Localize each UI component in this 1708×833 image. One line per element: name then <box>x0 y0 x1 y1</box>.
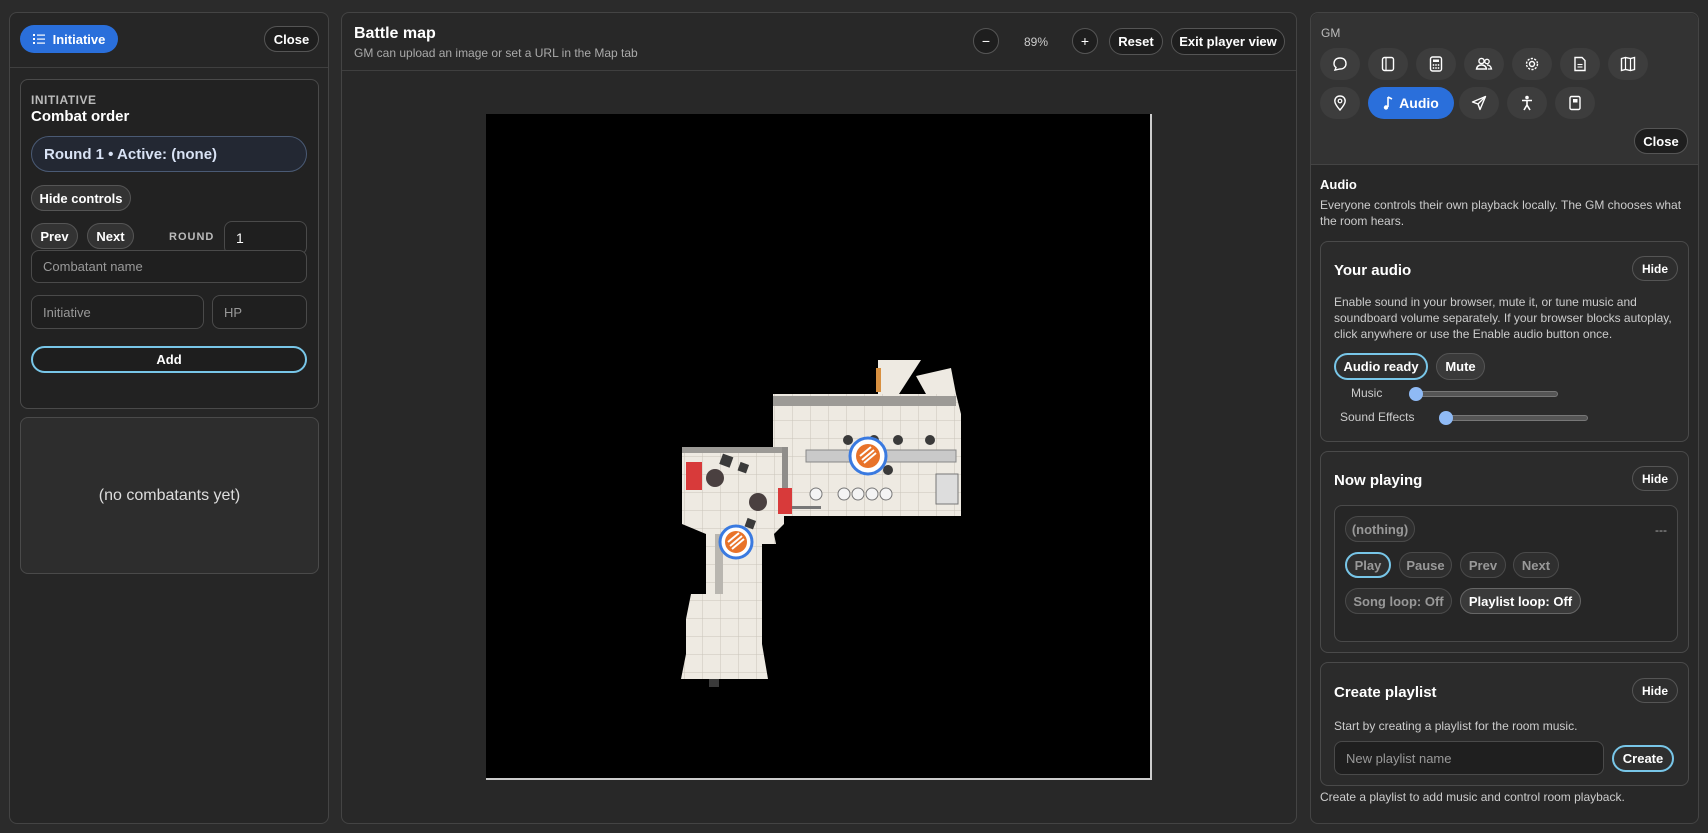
prev-turn-button[interactable]: Prev <box>31 223 78 249</box>
zoom-out-button[interactable]: − <box>973 28 999 54</box>
your-audio-card: Your audio Hide Enable sound in your bro… <box>1320 241 1689 442</box>
audio-tool-button[interactable]: Audio <box>1368 87 1454 119</box>
players-tool-button[interactable] <box>1464 48 1504 80</box>
combatant-name-input[interactable]: Combatant name <box>31 250 307 283</box>
initiative-tab-button[interactable]: Initiative <box>20 25 118 53</box>
battle-map-header: Battle map GM can upload an image or set… <box>342 13 1296 71</box>
player-token-2[interactable] <box>718 524 754 560</box>
add-combatant-button[interactable]: Add <box>31 346 307 373</box>
combat-order-title: Combat order <box>31 108 130 125</box>
chat-icon <box>1333 57 1347 71</box>
send-icon <box>1471 95 1487 111</box>
document-icon <box>1574 56 1586 72</box>
next-track-button[interactable]: Next <box>1513 552 1559 578</box>
close-gm-panel-button[interactable]: Close <box>1634 128 1688 154</box>
audio-section-title: Audio <box>1320 177 1357 192</box>
mute-button[interactable]: Mute <box>1436 353 1485 380</box>
initiative-tab-label: Initiative <box>52 31 106 47</box>
map-image <box>681 360 961 687</box>
exit-player-view-button[interactable]: Exit player view <box>1171 28 1285 55</box>
location-pin-icon <box>1334 95 1346 111</box>
music-volume-slider[interactable] <box>1409 387 1558 401</box>
play-button[interactable]: Play <box>1345 552 1391 578</box>
document-tool-button[interactable] <box>1560 48 1600 80</box>
hp-input[interactable]: HP <box>212 295 307 329</box>
hide-create-playlist-button[interactable]: Hide <box>1632 678 1678 703</box>
audio-section-description: Everyone controls their own playback loc… <box>1320 198 1682 228</box>
page-icon <box>1381 56 1395 72</box>
create-playlist-card: Create playlist Hide Start by creating a… <box>1320 662 1689 786</box>
sfx-volume-slider[interactable] <box>1439 411 1588 425</box>
calculator-icon <box>1429 56 1443 72</box>
initiative-panel: Initiative Close INITIATIVE Combat order… <box>9 12 329 824</box>
handbook-tool-button[interactable] <box>1555 87 1595 119</box>
settings-tool-button[interactable] <box>1512 48 1552 80</box>
song-loop-button[interactable]: Song loop: Off <box>1345 588 1452 614</box>
your-audio-description: Enable sound in your browser, mute it, o… <box>1334 295 1672 341</box>
list-icon <box>32 34 45 44</box>
character-tool-button[interactable] <box>1507 87 1547 119</box>
calculator-tool-button[interactable] <box>1416 48 1456 80</box>
book-icon <box>1569 95 1581 111</box>
pause-button[interactable]: Pause <box>1399 552 1452 578</box>
hide-now-playing-button[interactable]: Hide <box>1632 466 1678 491</box>
round-label: ROUND <box>169 231 215 243</box>
person-icon <box>1522 95 1532 111</box>
location-tool-button[interactable] <box>1320 87 1360 119</box>
section-label: INITIATIVE <box>31 93 97 107</box>
playlist-loop-button[interactable]: Playlist loop: Off <box>1460 588 1581 614</box>
audio-ready-button[interactable]: Audio ready <box>1334 353 1428 380</box>
player-box: (nothing) --- Play Pause Prev Next Song … <box>1334 505 1678 642</box>
initiative-input[interactable]: Initiative <box>31 295 204 329</box>
your-audio-title: Your audio <box>1334 262 1412 279</box>
close-initiative-button[interactable]: Close <box>264 26 319 52</box>
battle-map-subtitle: GM can upload an image or set a URL in t… <box>354 46 638 60</box>
gear-icon <box>1525 57 1539 71</box>
gm-panel: GM Audio Close Audio Everyone controls t… <box>1310 12 1699 824</box>
current-track: (nothing) <box>1345 516 1415 542</box>
reset-view-button[interactable]: Reset <box>1109 28 1163 55</box>
send-tool-button[interactable] <box>1459 87 1499 119</box>
audio-tab-label: Audio <box>1399 95 1439 111</box>
battle-map-canvas[interactable] <box>486 114 1152 780</box>
map-tool-button[interactable] <box>1608 48 1648 80</box>
users-icon <box>1475 57 1493 70</box>
now-playing-card: Now playing Hide (nothing) --- Play Paus… <box>1320 451 1689 653</box>
music-volume-label: Music <box>1351 386 1383 400</box>
sfx-volume-knob[interactable] <box>1439 411 1453 425</box>
playlist-footer-note: Create a playlist to add music and contr… <box>1320 790 1625 804</box>
prev-track-button[interactable]: Prev <box>1460 552 1506 578</box>
create-playlist-button[interactable]: Create <box>1612 745 1674 772</box>
zoom-in-button[interactable]: + <box>1072 28 1098 54</box>
battle-map-panel: Battle map GM can upload an image or set… <box>341 12 1297 824</box>
gm-label: GM <box>1321 26 1341 40</box>
hide-your-audio-button[interactable]: Hide <box>1632 256 1678 281</box>
create-playlist-description: Start by creating a playlist for the roo… <box>1334 719 1578 733</box>
zoom-level: 89% <box>1024 35 1049 49</box>
chat-tool-button[interactable] <box>1320 48 1360 80</box>
initiative-panel-header: Initiative Close <box>10 13 328 68</box>
hide-controls-button[interactable]: Hide controls <box>31 185 131 211</box>
map-icon <box>1620 56 1636 72</box>
create-playlist-title: Create playlist <box>1334 684 1437 701</box>
player-token-1[interactable] <box>848 436 888 476</box>
playlist-name-input[interactable]: New playlist name <box>1334 741 1604 775</box>
combat-order-card: INITIATIVE Combat order Round 1 • Active… <box>20 79 319 409</box>
gm-toolbar: GM Audio Close <box>1311 13 1698 165</box>
notes-tool-button[interactable] <box>1368 48 1408 80</box>
empty-combatants-text: (no combatants yet) <box>20 417 319 574</box>
round-status: Round 1 • Active: (none) <box>31 136 307 172</box>
next-turn-button[interactable]: Next <box>87 223 134 249</box>
now-playing-title: Now playing <box>1334 472 1423 489</box>
music-volume-knob[interactable] <box>1409 387 1423 401</box>
music-note-icon <box>1383 96 1393 110</box>
battle-map-title: Battle map <box>354 25 436 42</box>
sfx-volume-label: Sound Effects <box>1340 410 1415 424</box>
track-time: --- <box>1655 523 1667 537</box>
